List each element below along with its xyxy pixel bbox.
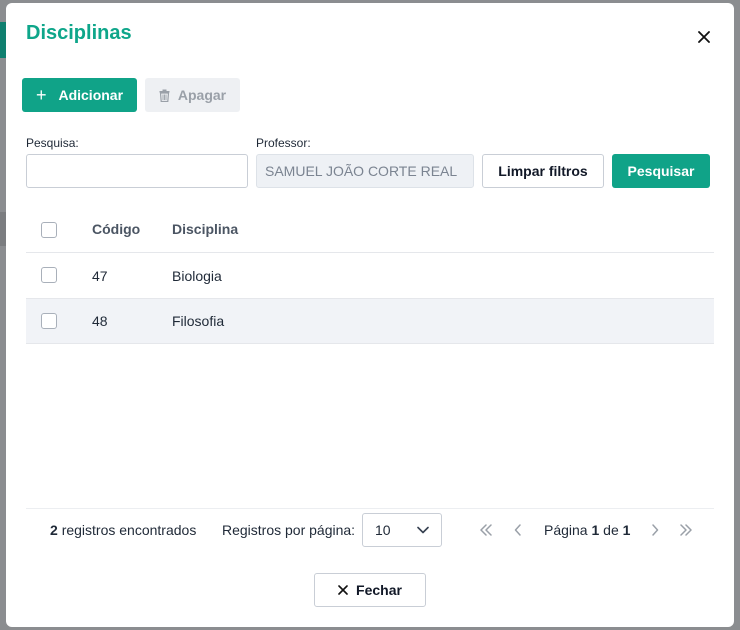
previous-page-button[interactable] <box>510 522 526 538</box>
next-page-button[interactable] <box>647 522 663 538</box>
header-discipline[interactable]: Disciplina <box>172 221 238 237</box>
records-count: 2 registros encontrados <box>50 522 196 538</box>
double-chevron-left-icon <box>480 524 492 536</box>
records-count-suffix: registros encontrados <box>61 522 197 538</box>
page-total: 1 <box>622 522 631 538</box>
chevron-left-icon <box>514 524 521 536</box>
page-of: de <box>603 522 619 538</box>
close-icon <box>698 31 710 43</box>
page-indicator: Página 1 de 1 <box>544 522 630 538</box>
header-code[interactable]: Código <box>92 221 140 237</box>
row-checkbox[interactable] <box>41 267 57 283</box>
row-checkbox[interactable] <box>41 313 57 329</box>
chevron-right-icon <box>652 524 659 536</box>
close-icon <box>338 585 348 595</box>
chevron-down-icon <box>417 526 429 534</box>
header-divider <box>26 252 714 253</box>
per-page-select[interactable]: 10 <box>362 513 442 547</box>
clear-filters-button[interactable]: Limpar filtros <box>482 154 604 188</box>
first-page-button[interactable] <box>478 522 494 538</box>
modal-title: Disciplinas <box>26 22 132 44</box>
select-all-checkbox[interactable] <box>41 222 57 238</box>
professor-label: Professor: <box>256 136 311 150</box>
last-page-button[interactable] <box>678 522 694 538</box>
row-discipline: Filosofia <box>172 313 225 329</box>
search-button[interactable]: Pesquisar <box>612 154 710 188</box>
double-chevron-right-icon <box>680 524 692 536</box>
delete-button[interactable]: Apagar <box>145 78 240 112</box>
pagination-divider <box>26 508 714 509</box>
disciplinas-modal: Disciplinas + Adicionar Apagar Pesquisa:… <box>6 3 734 627</box>
close-button[interactable] <box>694 27 714 47</box>
close-footer-button[interactable]: Fechar <box>314 573 426 607</box>
records-count-number: 2 <box>50 522 58 538</box>
page-prefix: Página <box>544 522 588 538</box>
row-code: 47 <box>92 268 108 284</box>
add-button[interactable]: + Adicionar <box>22 78 137 112</box>
row-discipline: Biologia <box>172 268 222 284</box>
search-label: Pesquisa: <box>26 136 79 150</box>
per-page-label: Registros por página: <box>222 522 356 538</box>
row-divider <box>26 343 714 344</box>
row-code: 48 <box>92 313 108 329</box>
close-footer-label: Fechar <box>356 582 402 598</box>
search-input[interactable] <box>26 154 248 188</box>
table-row[interactable] <box>26 299 714 344</box>
page-current: 1 <box>591 522 600 538</box>
professor-field[interactable]: SAMUEL JOÃO CORTE REAL <box>256 154 474 188</box>
add-button-label: Adicionar <box>58 87 124 103</box>
delete-button-label: Apagar <box>177 87 227 103</box>
per-page-value: 10 <box>375 522 391 538</box>
trash-icon <box>159 89 170 102</box>
plus-icon: + <box>35 85 47 105</box>
